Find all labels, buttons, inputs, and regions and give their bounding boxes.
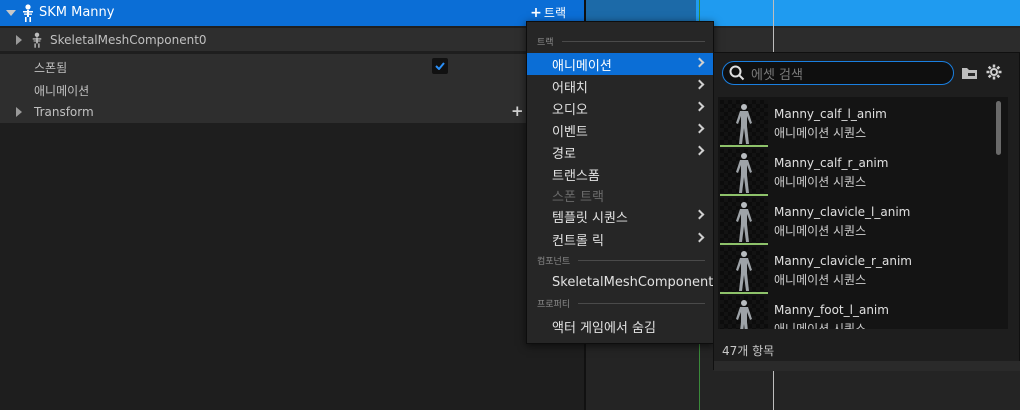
asset-list-item[interactable]: Manny_foot_l_anim 애니메이션 시퀀스 xyxy=(718,295,1008,329)
asset-type: 애니메이션 시퀀스 xyxy=(774,224,867,238)
animation-asset-picker: 에셋 검색 Manny_calf_l_anim 애니메이션 시퀀스 Manny_… xyxy=(713,52,1020,371)
asset-name: Manny_calf_r_anim xyxy=(774,156,889,170)
asset-name: Manny_clavicle_l_anim xyxy=(774,205,911,219)
add-track-label: 트랙 xyxy=(543,6,566,20)
chevron-right-icon xyxy=(694,145,705,156)
section-header-component: 컴포넌트 xyxy=(537,253,705,267)
menu-item-control-rig[interactable]: 컨트롤 릭 xyxy=(527,228,713,250)
asset-type: 애니메이션 시퀀스 xyxy=(774,273,867,287)
asset-thumbnail xyxy=(720,100,768,147)
asset-thumbnail xyxy=(720,149,768,196)
expand-arrow-icon[interactable] xyxy=(16,107,22,117)
menu-item-path[interactable]: 경로 xyxy=(527,141,713,163)
add-track-context-menu: 트랙 애니메이션 어태치 오디오 이벤트 경로 트랜스폼 스폰 트랙 템플릿 시… xyxy=(526,21,722,344)
asset-list-item[interactable]: Manny_clavicle_r_anim 애니메이션 시퀀스 xyxy=(718,246,1008,295)
chevron-right-icon xyxy=(694,101,705,112)
asset-search-input[interactable]: 에셋 검색 xyxy=(722,61,954,85)
spawned-label: 스폰됨 xyxy=(34,61,68,75)
asset-thumbnail xyxy=(720,296,768,329)
asset-list-item[interactable]: Manny_clavicle_l_anim 애니메이션 시퀀스 xyxy=(718,197,1008,246)
actor-row[interactable]: SKM Manny + 트랙 xyxy=(0,0,584,26)
menu-item-actor-hidden-in-game[interactable]: 액터 게임에서 숨김 xyxy=(527,315,713,337)
chevron-right-icon xyxy=(694,79,705,90)
component-label: SkeletalMeshComponent0 xyxy=(50,33,207,47)
chevron-right-icon xyxy=(694,232,705,243)
asset-name: Manny_foot_l_anim xyxy=(774,303,889,317)
animation-label: 애니메이션 xyxy=(34,84,90,98)
asset-type: 애니메이션 시퀀스 xyxy=(774,322,867,329)
asset-type: 애니메이션 시퀀스 xyxy=(774,126,867,140)
collapse-arrow-icon[interactable] xyxy=(6,10,16,16)
asset-list-item[interactable]: Manny_calf_r_anim 애니메이션 시퀀스 xyxy=(718,148,1008,197)
spawned-track-row[interactable]: 스폰됨 xyxy=(0,54,584,77)
menu-item-template-sequence[interactable]: 템플릿 시퀀스 xyxy=(527,205,713,227)
asset-name: Manny_calf_l_anim xyxy=(774,107,887,121)
skeleton-icon xyxy=(21,4,35,22)
chevron-right-icon xyxy=(694,209,705,220)
actor-label: SKM Manny xyxy=(39,5,115,20)
skeleton-icon xyxy=(31,32,43,48)
plus-icon: + xyxy=(530,4,542,21)
asset-thumbnail xyxy=(720,247,768,294)
gear-icon[interactable] xyxy=(986,64,1002,83)
menu-item-transform[interactable]: 트랜스폼 xyxy=(527,163,713,185)
asset-thumbnail xyxy=(720,198,768,245)
search-placeholder: 에셋 검색 xyxy=(751,67,803,83)
expand-arrow-icon[interactable] xyxy=(16,35,22,45)
menu-item-animation[interactable]: 애니메이션 xyxy=(527,53,713,75)
component-row[interactable]: SkeletalMeshComponent0 xyxy=(0,28,584,51)
asset-list[interactable]: Manny_calf_l_anim 애니메이션 시퀀스 Manny_calf_r… xyxy=(718,97,1008,329)
asset-type: 애니메이션 시퀀스 xyxy=(774,175,867,189)
chevron-right-icon xyxy=(694,123,705,134)
transform-label: Transform xyxy=(34,105,94,119)
menu-item-event[interactable]: 이벤트 xyxy=(527,119,713,141)
folder-icon[interactable] xyxy=(961,66,978,83)
add-key-plus-icon[interactable]: + xyxy=(511,102,524,120)
menu-item-spawn-track: 스폰 트랙 xyxy=(552,189,604,205)
transform-track-row[interactable]: Transform + xyxy=(0,100,584,123)
asset-list-scrollbar[interactable] xyxy=(996,101,1001,155)
menu-item-attach[interactable]: 어태치 xyxy=(527,75,713,97)
add-track-button[interactable]: + 트랙 xyxy=(530,4,566,21)
menu-item-audio[interactable]: 오디오 xyxy=(527,97,713,119)
asset-list-item[interactable]: Manny_calf_l_anim 애니메이션 시퀀스 xyxy=(718,99,1008,148)
section-header-property: 프로퍼티 xyxy=(537,296,705,310)
picker-bottom-bar xyxy=(714,361,1020,371)
asset-name: Manny_clavicle_r_anim xyxy=(774,254,912,268)
sequencer-outliner: SKM Manny + 트랙 SkeletalMeshComponent0 스폰… xyxy=(0,0,584,410)
animation-track-row[interactable]: 애니메이션 xyxy=(0,77,584,100)
chevron-right-icon xyxy=(694,57,705,68)
search-icon xyxy=(729,65,745,85)
menu-item-skeletal-mesh-component[interactable]: SkeletalMeshComponent0 xyxy=(527,271,722,293)
asset-count-label: 47개 항목 xyxy=(722,344,775,358)
spawned-checkbox[interactable] xyxy=(432,58,448,74)
section-header-track: 트랙 xyxy=(537,34,705,48)
